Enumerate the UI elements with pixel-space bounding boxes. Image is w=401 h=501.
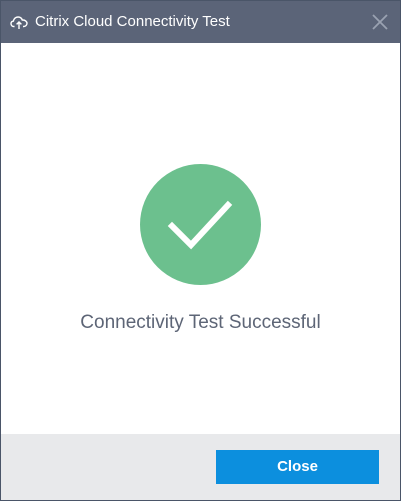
dialog-footer: Close: [1, 434, 400, 500]
checkmark-icon: [140, 164, 261, 285]
cloud-upload-icon: [10, 13, 28, 31]
dialog-content: Connectivity Test Successful: [1, 43, 400, 434]
title-bar: Citrix Cloud Connectivity Test: [1, 1, 400, 43]
close-icon[interactable]: [370, 12, 390, 32]
close-button[interactable]: Close: [216, 450, 379, 484]
status-message: Connectivity Test Successful: [80, 312, 321, 333]
dialog-window: Citrix Cloud Connectivity Test Connectiv…: [0, 0, 401, 501]
window-title: Citrix Cloud Connectivity Test: [35, 13, 230, 30]
